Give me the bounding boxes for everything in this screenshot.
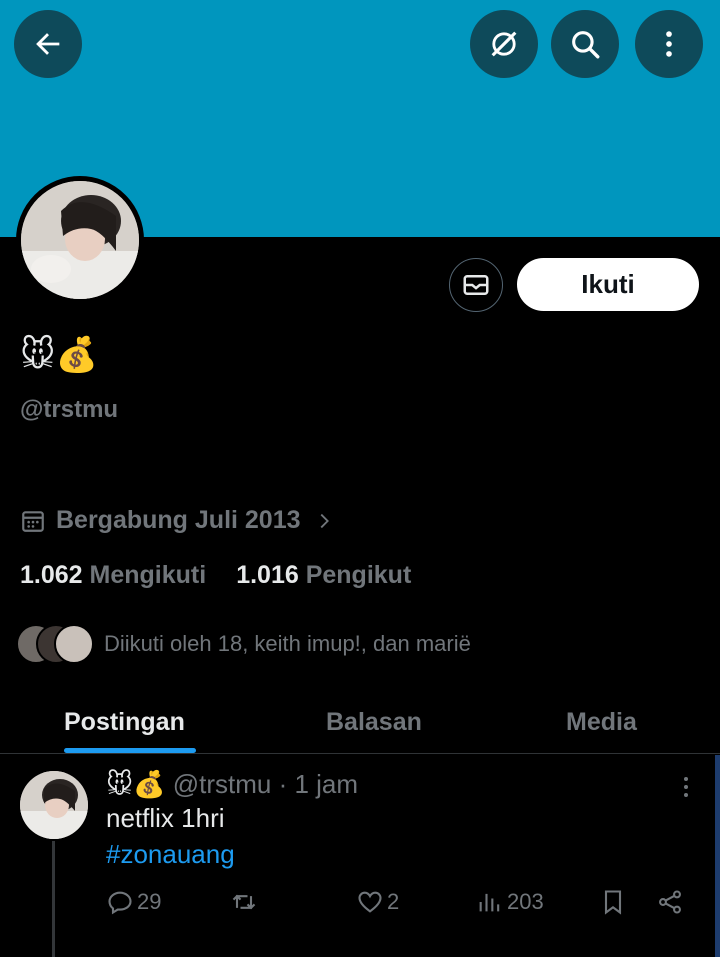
reply-icon <box>108 891 132 915</box>
retweet-icon <box>232 894 256 910</box>
profile-tabs: Postingan Balasan Media <box>0 690 720 754</box>
tab-media[interactable]: Media <box>566 690 637 754</box>
thread-line <box>52 841 55 957</box>
arrow-left-icon <box>36 33 60 55</box>
heart-icon <box>358 891 382 913</box>
reply-count: 29 <box>137 889 162 914</box>
joined-text: Bergabung Juli 2013 <box>56 506 301 534</box>
tweet-header: 🐭💰 @trstmu · 1 jam <box>106 769 358 800</box>
profile-avatar[interactable] <box>16 176 144 304</box>
like-count: 2 <box>387 889 400 914</box>
tab-replies[interactable]: Balasan <box>326 690 422 754</box>
grok-slash-icon <box>491 31 517 57</box>
share-icon <box>659 890 681 914</box>
follow-button[interactable]: Ikuti <box>517 258 699 311</box>
following-count: 1.062 <box>20 561 83 589</box>
views-count: 203 <box>507 889 544 914</box>
tweet-author-handle[interactable]: @trstmu <box>173 769 272 799</box>
joined-date[interactable]: Bergabung Juli 2013 <box>20 506 335 535</box>
views-chart-icon <box>479 893 500 912</box>
active-tab-indicator <box>64 748 196 753</box>
search-button[interactable] <box>551 10 619 78</box>
followers-label: Pengikut <box>305 561 412 589</box>
share-button[interactable] <box>656 888 684 916</box>
back-button[interactable] <box>14 10 82 78</box>
tweet[interactable]: 🐭💰 @trstmu · 1 jam netflix 1hri #zonauan… <box>0 755 720 957</box>
followed-by[interactable]: Diikuti oleh 18, keith imup!, dan marië <box>16 624 471 664</box>
tab-posts[interactable]: Postingan <box>64 690 185 754</box>
followers-count: 1.016 <box>236 561 299 589</box>
bookmark-icon <box>604 890 622 915</box>
views-button[interactable]: 203 <box>476 888 544 916</box>
avatar-photo <box>20 771 88 839</box>
reply-button[interactable]: 29 <box>106 888 161 916</box>
follow-stats: 1.062 Mengikuti 1.016 Pengikut <box>20 561 411 590</box>
grok-button[interactable] <box>470 10 538 78</box>
tweet-text: netflix 1hri <box>106 803 225 833</box>
mail-icon <box>463 275 489 295</box>
display-name: 🐭💰 <box>20 336 98 374</box>
search-icon <box>572 31 600 59</box>
more-options-button[interactable] <box>635 10 703 78</box>
followed-by-text: Diikuti oleh 18, keith imup!, dan marië <box>104 631 471 656</box>
following-link[interactable]: 1.062 Mengikuti <box>20 561 206 590</box>
followers-link[interactable]: 1.016 Pengikut <box>236 561 411 590</box>
username-handle: @trstmu <box>20 396 119 423</box>
mutual-avatar <box>54 624 94 664</box>
more-horizontal-icon[interactable] <box>674 773 698 801</box>
bookmark-button[interactable] <box>599 888 627 916</box>
more-vertical-icon <box>666 31 672 57</box>
tweet-avatar[interactable] <box>20 771 88 839</box>
avatar-photo <box>21 181 139 299</box>
retweet-button[interactable] <box>230 888 261 916</box>
following-label: Mengikuti <box>89 561 207 589</box>
tweet-author-name[interactable]: 🐭💰 <box>106 769 166 799</box>
like-button[interactable]: 2 <box>356 888 399 916</box>
mutual-avatars <box>16 624 94 664</box>
calendar-icon <box>22 510 44 532</box>
tweet-edge <box>715 755 720 957</box>
chevron-right-icon <box>320 513 329 528</box>
tweet-time: · 1 jam <box>278 769 359 799</box>
tweet-hashtag[interactable]: #zonauang <box>106 839 235 870</box>
message-button[interactable] <box>449 258 503 312</box>
